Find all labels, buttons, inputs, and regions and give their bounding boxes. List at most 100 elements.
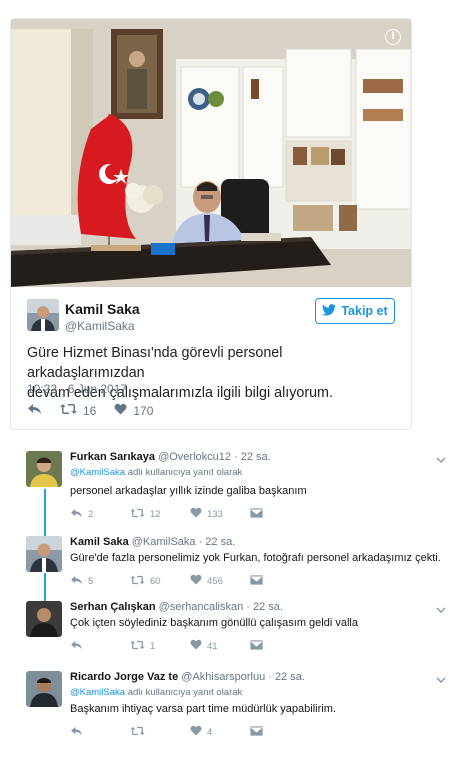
like-count: 4	[207, 726, 213, 738]
tweet-timestamp[interactable]: 10:22 - 6 Jun 2017	[27, 382, 127, 396]
info-icon[interactable]: i	[385, 29, 401, 45]
reply-count: 2	[88, 508, 94, 520]
reply-icon	[70, 640, 83, 653]
reply-context: @KamilSaka adlı kullanıcıya yanıt olarak	[70, 467, 242, 478]
reply-header: Kamil Saka @KamilSaka · 22 sa.	[70, 536, 235, 548]
retweet-count: 1	[150, 640, 156, 652]
like-count: 170	[133, 403, 154, 418]
retweet-button[interactable]: 1	[130, 640, 190, 653]
reply-button[interactable]: 5	[70, 575, 130, 588]
retweet-icon	[60, 403, 77, 418]
tweet-photo[interactable]: i	[11, 19, 411, 287]
reply-tweet[interactable]: Furkan Sarıkaya @Overlokcu12 · 22 sa. @K…	[26, 451, 446, 521]
dm-button[interactable]	[249, 639, 310, 653]
like-button[interactable]: 133	[190, 507, 250, 521]
reply-time[interactable]: · 22 sa.	[246, 601, 283, 613]
reply-text: personel arkadaşlar yıllık izinde galiba…	[70, 485, 307, 497]
dm-button[interactable]	[249, 574, 310, 588]
reply-context-text: adlı kullanıcıya yanıt olarak	[125, 467, 243, 478]
envelope-icon	[249, 574, 264, 588]
author-handle[interactable]: @KamilSaka	[65, 319, 135, 333]
envelope-icon	[249, 725, 264, 739]
avatar[interactable]	[26, 671, 62, 707]
reply-time[interactable]: · 22 sa.	[268, 671, 305, 683]
reply-tweet[interactable]: Serhan Çalışkan @serhancaliskan · 22 sa.…	[26, 601, 446, 653]
heart-icon	[190, 639, 202, 653]
reply-icon	[70, 726, 83, 739]
reply-tweet[interactable]: Kamil Saka @KamilSaka · 22 sa. Güre'de f…	[26, 536, 446, 588]
retweet-icon	[130, 726, 145, 739]
chevron-down-icon[interactable]	[436, 451, 446, 463]
envelope-icon	[249, 507, 264, 521]
reply-actions: 5 60 456	[70, 574, 310, 588]
reply-actions: 4	[70, 725, 310, 739]
heart-icon	[190, 725, 202, 739]
reply-author-handle[interactable]: @Akhisarsporluu	[181, 671, 265, 683]
reply-actions: 2 12 133	[70, 507, 310, 521]
reply-header: Ricardo Jorge Vaz te @Akhisarsporluu · 2…	[70, 671, 305, 683]
reply-tweet[interactable]: Ricardo Jorge Vaz te @Akhisarsporluu · 2…	[26, 671, 446, 741]
follow-button[interactable]: Takip et	[315, 298, 395, 324]
embedded-tweet-card: i Kamil Saka @KamilSaka Takip et Güre Hi…	[10, 18, 412, 430]
reply-time[interactable]: · 22 sa.	[199, 536, 236, 548]
follow-label: Takip et	[341, 304, 388, 318]
avatar[interactable]	[26, 451, 62, 487]
retweet-icon	[130, 575, 145, 588]
envelope-icon	[249, 639, 264, 653]
reply-actions: 1 41	[70, 639, 310, 653]
reply-button[interactable]	[70, 726, 130, 739]
reply-button[interactable]	[27, 403, 42, 418]
reply-icon	[70, 508, 83, 521]
reply-text: Güre'de fazla personelimiz yok Furkan, f…	[70, 552, 441, 564]
author-name[interactable]: Kamil Saka	[65, 301, 140, 317]
tweet-text-line: Güre Hizmet Binası'nda görevli personel …	[27, 345, 283, 381]
chevron-down-icon[interactable]	[436, 671, 446, 683]
reply-author-handle[interactable]: @Overlokcu12	[158, 451, 231, 463]
reply-count: 5	[88, 575, 94, 587]
reply-author-handle[interactable]: @KamilSaka	[132, 536, 196, 548]
reply-author-name[interactable]: Ricardo Jorge Vaz te	[70, 671, 178, 683]
author-avatar[interactable]	[27, 299, 59, 331]
reply-context-text: adlı kullanıcıya yanıt olarak	[125, 687, 243, 698]
retweet-button[interactable]: 60	[130, 575, 190, 588]
reply-icon	[70, 575, 83, 588]
reply-author-name[interactable]: Furkan Sarıkaya	[70, 451, 155, 463]
reply-text: Başkanım ihtiyaç varsa part time müdürlü…	[70, 703, 336, 715]
reply-author-name[interactable]: Kamil Saka	[70, 536, 129, 548]
reply-time[interactable]: · 22 sa.	[234, 451, 271, 463]
reply-button[interactable]	[70, 640, 130, 653]
like-count: 133	[207, 508, 223, 520]
mention-link[interactable]: @KamilSaka	[70, 687, 125, 698]
reply-icon	[27, 403, 42, 418]
reply-context: @KamilSaka adlı kullanıcıya yanıt olarak	[70, 687, 242, 698]
reply-button[interactable]: 2	[70, 508, 130, 521]
retweet-button[interactable]	[130, 726, 190, 739]
twitter-bird-icon	[322, 303, 337, 319]
retweet-button[interactable]: 12	[130, 508, 190, 521]
like-button[interactable]: 4	[190, 725, 250, 739]
dm-button[interactable]	[249, 507, 310, 521]
reply-header: Furkan Sarıkaya @Overlokcu12 · 22 sa.	[70, 451, 271, 463]
reply-author-handle[interactable]: @serhancaliskan	[159, 601, 244, 613]
retweet-count: 16	[83, 403, 97, 418]
avatar[interactable]	[26, 536, 62, 572]
chevron-down-icon[interactable]	[436, 601, 446, 613]
retweet-count: 12	[150, 508, 161, 520]
avatar[interactable]	[26, 601, 62, 637]
reply-header: Serhan Çalışkan @serhancaliskan · 22 sa.	[70, 601, 283, 613]
mention-link[interactable]: @KamilSaka	[70, 467, 125, 478]
like-button[interactable]: 456	[190, 574, 250, 588]
dm-button[interactable]	[249, 725, 310, 739]
retweet-count: 60	[150, 575, 161, 587]
heart-icon	[190, 507, 202, 521]
like-button[interactable]: 41	[190, 639, 250, 653]
retweet-icon	[130, 508, 145, 521]
heart-icon	[190, 574, 202, 588]
like-count: 456	[207, 575, 223, 587]
reply-text: Çok içten söylediniz başkanım gönüllü ça…	[70, 617, 358, 629]
retweet-icon	[130, 640, 145, 653]
like-button[interactable]: 170	[114, 403, 153, 418]
like-count: 41	[207, 640, 218, 652]
retweet-button[interactable]: 16	[60, 403, 96, 418]
reply-author-name[interactable]: Serhan Çalışkan	[70, 601, 156, 613]
